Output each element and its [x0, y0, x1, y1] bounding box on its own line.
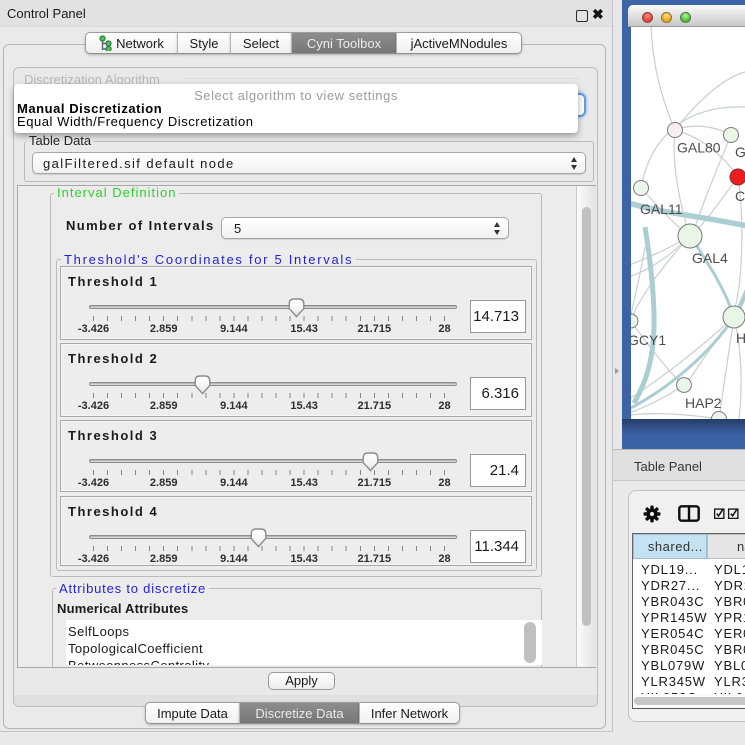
svg-text:CO: CO [735, 188, 745, 204]
svg-text:GAL11: GAL11 [640, 201, 683, 217]
svg-text:HIS: HIS [736, 330, 745, 346]
svg-text:GA: GA [735, 144, 745, 160]
svg-text:GCY1: GCY1 [631, 332, 666, 348]
svg-text:HAP2: HAP2 [685, 395, 722, 411]
svg-text:GAL80: GAL80 [677, 140, 721, 156]
svg-text:GAL4: GAL4 [692, 250, 728, 266]
